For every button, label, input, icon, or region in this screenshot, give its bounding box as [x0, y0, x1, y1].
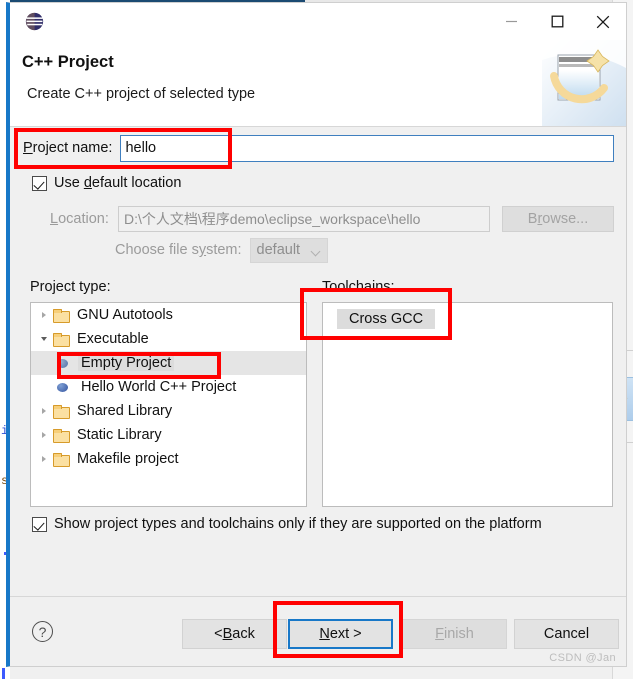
use-default-location-checkbox[interactable] [32, 175, 47, 191]
tree-item-label: Empty Project [78, 355, 175, 371]
project-name-row: Project name: [23, 133, 614, 163]
toolchain-item-label: Cross GCC [337, 309, 436, 329]
file-system-value: default [256, 242, 301, 258]
background-code-bar [2, 668, 5, 679]
watermark: CSDN @Jan [549, 652, 616, 664]
back-button[interactable]: < Back [182, 619, 287, 649]
page-title: C++ Project [22, 53, 114, 71]
dialog-titlebar [10, 3, 626, 40]
folder-icon [53, 452, 74, 467]
help-icon[interactable]: ? [32, 621, 53, 642]
tree-item-gnu-autotools[interactable]: GNU Autotools [31, 303, 306, 327]
tree-item-hello-world-cpp-project[interactable]: Hello World C++ Project [31, 375, 306, 399]
tree-item-executable[interactable]: Executable [31, 327, 306, 351]
chevron-down-icon [310, 246, 320, 256]
toolchains-label: Toolchains: [322, 279, 395, 295]
expand-collapse-icon[interactable] [35, 337, 53, 341]
folder-icon [53, 332, 74, 347]
folder-icon [53, 308, 74, 323]
project-type-tree[interactable]: GNU Autotools Executable Empty Project H… [30, 302, 307, 507]
file-system-select[interactable]: default [249, 237, 328, 263]
project-name-input[interactable] [120, 134, 614, 162]
tree-item-static-library[interactable]: Static Library [31, 423, 306, 447]
window-controls [488, 3, 626, 40]
tree-item-empty-project[interactable]: Empty Project [31, 351, 306, 375]
dialog-footer: ? < Back Next > Finish Cancel CSDN @Jan [10, 596, 626, 666]
platform-filter-row[interactable]: Show project types and toolchains only i… [32, 516, 542, 532]
cpp-project-wizard-dialog: C++ Project Create C++ project of select… [6, 2, 627, 667]
dialog-header: C++ Project Create C++ project of select… [10, 40, 626, 127]
bullet-icon [57, 382, 78, 392]
location-input[interactable]: D:\个人文档\程序demo\eclipse_workspace\hello [118, 206, 490, 232]
use-default-location-row[interactable]: Use default location [32, 175, 181, 191]
expand-collapse-icon[interactable] [35, 456, 53, 462]
platform-filter-label: Show project types and toolchains only i… [54, 516, 542, 532]
tree-item-label: Shared Library [77, 403, 173, 419]
bullet-icon [57, 358, 78, 368]
eclipse-logo-icon [24, 11, 45, 32]
new-project-banner-icon [542, 40, 626, 126]
folder-icon [53, 404, 74, 419]
maximize-button[interactable] [534, 3, 580, 40]
choose-file-system-label: Choose file system: [115, 242, 242, 258]
tree-item-label: Executable [77, 331, 149, 347]
page-subtitle: Create C++ project of selected type [27, 86, 256, 102]
tree-item-shared-library[interactable]: Shared Library [31, 399, 306, 423]
tree-item-makefile-project[interactable]: Makefile project [31, 447, 306, 471]
project-type-label: Project type: [30, 279, 111, 295]
tree-item-label: Static Library [77, 427, 162, 443]
location-label: Location: [50, 211, 109, 227]
expand-collapse-icon[interactable] [35, 432, 53, 438]
dialog-body: Project name: Use default location Locat… [10, 127, 626, 596]
toolchains-list[interactable]: Cross GCC [322, 302, 613, 507]
tree-item-label: Hello World C++ Project [81, 379, 237, 395]
minimize-button[interactable] [488, 3, 534, 40]
tree-item-label: Makefile project [77, 451, 179, 467]
next-button[interactable]: Next > [288, 619, 393, 649]
use-default-location-label: Use default location [54, 175, 182, 191]
project-name-label: Project name: [23, 140, 113, 156]
platform-filter-checkbox[interactable] [32, 516, 47, 532]
finish-button[interactable]: Finish [402, 619, 507, 649]
expand-collapse-icon[interactable] [35, 408, 53, 414]
browse-button[interactable]: Br owse... [502, 206, 614, 232]
tree-item-label: GNU Autotools [77, 307, 173, 323]
cancel-button[interactable]: Cancel [514, 619, 619, 649]
toolchain-item-cross-gcc[interactable]: Cross GCC [323, 307, 612, 331]
close-button[interactable] [580, 3, 626, 40]
expand-collapse-icon[interactable] [35, 312, 53, 318]
folder-icon [53, 428, 74, 443]
choose-file-system-row: Choose file system: default [115, 237, 328, 263]
location-row: Location: D:\个人文档\程序demo\eclipse_workspa… [50, 205, 614, 233]
